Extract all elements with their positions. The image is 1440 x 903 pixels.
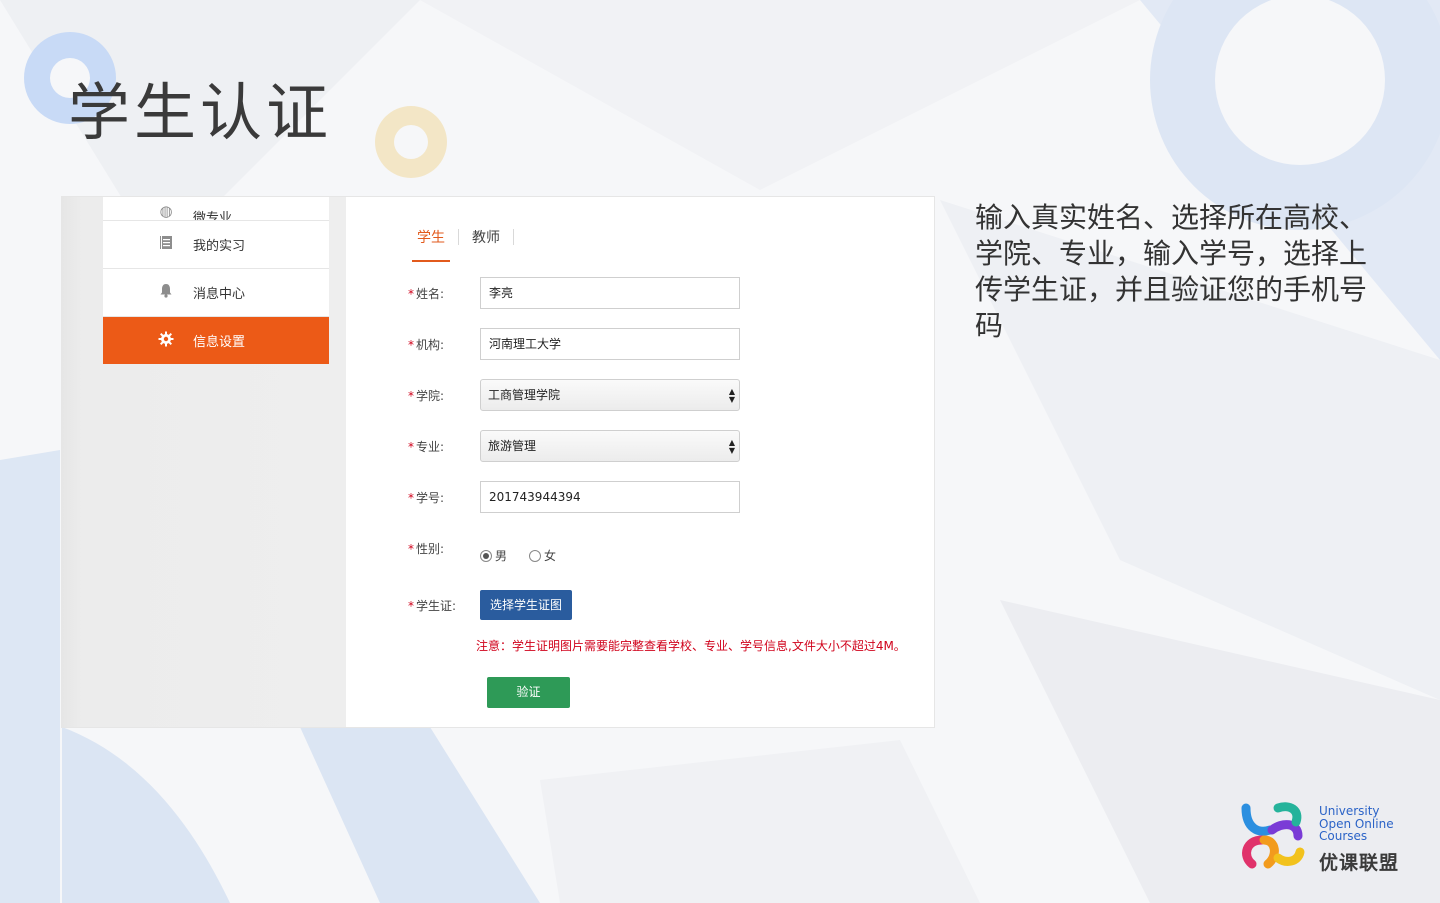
notebook-icon <box>156 235 176 254</box>
uooc-logo-mark-icon <box>1241 802 1305 869</box>
leaf-icon: ◍ <box>159 202 173 220</box>
bell-icon <box>156 283 176 302</box>
select-arrows-icon: ▲ ▼ <box>728 387 735 404</box>
sidebar-item-label: 微专业 <box>193 211 233 221</box>
student-id-label: * 学号: <box>408 490 445 505</box>
name-row: * 姓名: 李亮 <box>408 277 740 309</box>
sidebar-item-label: 我的实习 <box>193 239 246 254</box>
institution-label: * 机构: <box>408 337 445 352</box>
slide-title: 学生认证 <box>68 76 333 149</box>
institution-row: * 机构: 河南理工大学 <box>408 328 740 360</box>
gear-icon <box>156 331 176 351</box>
logo-english: University Open Online Courses <box>1319 804 1394 843</box>
radio-checked[interactable] <box>480 549 492 562</box>
institution-field[interactable]: 河南理工大学 <box>480 328 740 360</box>
college-label: * 学院: <box>408 388 445 403</box>
name-label: * 姓名: <box>408 286 445 301</box>
student-id-field[interactable]: 201743944394 <box>480 481 740 513</box>
tab-student[interactable]: 学生 <box>412 223 450 262</box>
college-select-value: 工商管理学院 <box>488 388 561 402</box>
sidebar-item-micro-major[interactable]: ◍ 微专业 <box>103 197 329 221</box>
tab-teacher[interactable]: 教师 <box>467 223 505 262</box>
sidebar-item-label: 消息中心 <box>193 287 246 302</box>
gender-label: * 性别: <box>408 542 445 556</box>
logo-chinese: 优课联盟 <box>1319 852 1400 874</box>
college-select[interactable]: 工商管理学院 ▲ ▼ <box>480 379 740 411</box>
name-field[interactable]: 李亮 <box>480 277 740 309</box>
major-select[interactable]: 旅游管理 ▲ ▼ <box>480 430 740 462</box>
major-select-value: 旅游管理 <box>488 439 537 453</box>
role-tabs: 学生 教师 <box>412 223 514 262</box>
gender-option-male[interactable]: 男 <box>480 547 507 564</box>
tab-divider <box>458 228 459 245</box>
verify-button[interactable]: 验证 <box>487 677 570 708</box>
gender-radio-group: 男 女 <box>480 547 578 564</box>
gender-option-female[interactable]: 女 <box>529 547 556 564</box>
sidebar-item-label: 信息设置 <box>193 335 246 350</box>
major-row: * 专业: 旅游管理 ▲ ▼ <box>408 430 740 462</box>
student-card-label: * 学生证: <box>408 598 457 613</box>
upload-note: 注意：学生证明图片需要能完整查看学校、专业、学号信息,文件大小不超过4M。 <box>476 639 906 653</box>
sidebar: ◍ 微专业 我的实习 消息中心 信息设置 <box>103 197 329 364</box>
radio-unchecked[interactable] <box>529 549 542 562</box>
student-id-row: * 学号: 201743944394 <box>408 481 740 513</box>
tab-divider <box>513 228 514 245</box>
sidebar-item-internship[interactable]: 我的实习 <box>103 221 329 269</box>
gender-row: * 性别: 男 女 <box>408 540 578 564</box>
major-label: * 专业: <box>408 439 445 454</box>
college-row: * 学院: 工商管理学院 ▲ ▼ <box>408 379 740 411</box>
sidebar-item-settings[interactable]: 信息设置 <box>103 317 329 364</box>
select-arrows-icon: ▲ ▼ <box>728 438 735 455</box>
slide-description: 输入真实姓名、选择所在高校、学院、专业，输入学号，选择上传学生证，并且验证您的手… <box>975 201 1368 342</box>
choose-student-card-button[interactable]: 选择学生证图 <box>480 590 573 620</box>
embedded-screenshot: ◍ 微专业 我的实习 消息中心 信息设置 学生 教师 * 姓名: 李亮 * 机构… <box>62 197 934 727</box>
uooc-logo: University Open Online Courses 优课联盟 <box>1238 800 1418 874</box>
settings-content: 学生 教师 * 姓名: 李亮 * 机构: 河南理工大学 * 学院: 工商管理学院 ▲ ▼… <box>346 197 934 727</box>
student-card-row: * 学生证: 选择学生证图 <box>408 590 573 620</box>
sidebar-item-messages[interactable]: 消息中心 <box>103 269 329 317</box>
